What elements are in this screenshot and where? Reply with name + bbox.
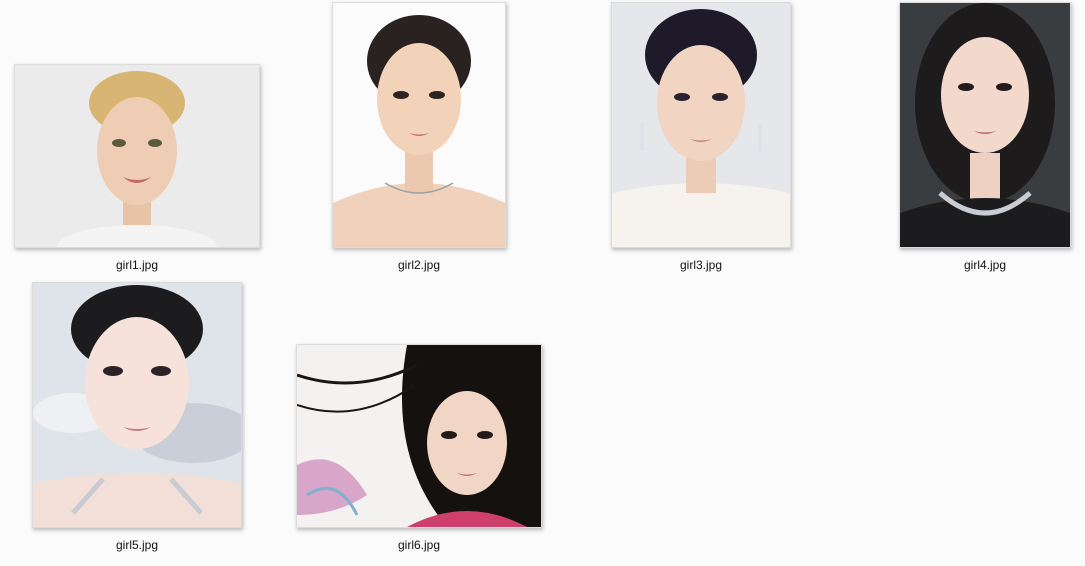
file-item-girl6[interactable]: girl6.jpg [284, 280, 554, 552]
thumbnail-area [2, 280, 272, 528]
file-item-girl1[interactable]: girl1.jpg [2, 0, 272, 272]
file-item-girl2[interactable]: girl2.jpg [284, 0, 554, 272]
image-thumbnail-icon[interactable] [296, 344, 542, 528]
thumbnail-area [284, 280, 554, 528]
image-thumbnail-icon[interactable] [332, 2, 506, 248]
file-name-label[interactable]: girl1.jpg [2, 258, 272, 272]
file-item-girl4[interactable]: girl4.jpg [850, 0, 1085, 272]
file-name-label[interactable]: girl4.jpg [850, 258, 1085, 272]
file-name-label[interactable]: girl3.jpg [566, 258, 836, 272]
file-name-label[interactable]: girl2.jpg [284, 258, 554, 272]
file-item-girl5[interactable]: girl5.jpg [2, 280, 272, 552]
image-thumbnail-icon[interactable] [899, 2, 1071, 248]
thumbnail-area [566, 0, 836, 248]
thumbnail-area [2, 0, 272, 248]
file-name-label[interactable]: girl6.jpg [284, 538, 554, 552]
file-name-label[interactable]: girl5.jpg [2, 538, 272, 552]
image-thumbnail-icon[interactable] [14, 64, 260, 248]
file-thumbnail-grid: girl1.jpg girl2.jpg girl3.jpg girl4.jpg … [0, 0, 1085, 566]
image-thumbnail-icon[interactable] [611, 2, 791, 248]
thumbnail-area [284, 0, 554, 248]
file-item-girl3[interactable]: girl3.jpg [566, 0, 836, 272]
thumbnail-area [850, 0, 1085, 248]
image-thumbnail-icon[interactable] [32, 282, 242, 528]
